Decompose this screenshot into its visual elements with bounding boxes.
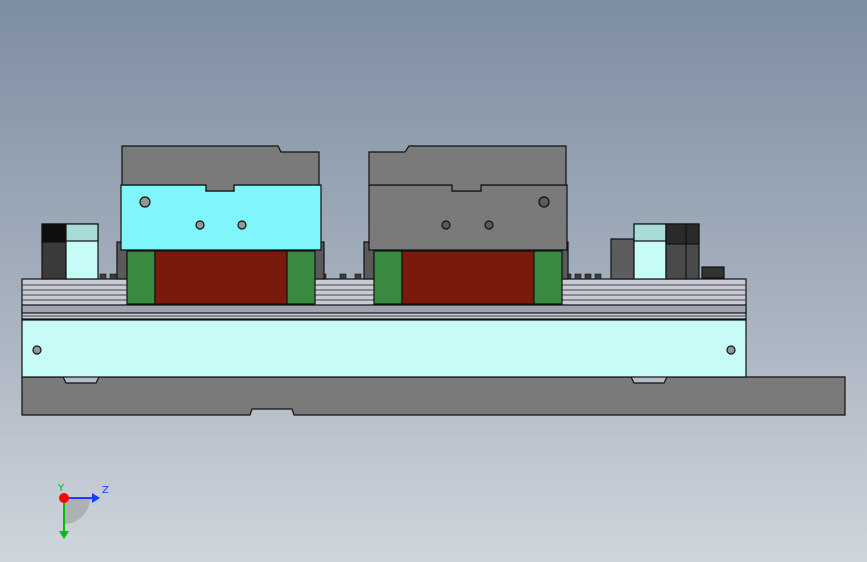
left-jaw-cyan-block bbox=[120, 184, 322, 251]
left-jaw-hole-1 bbox=[139, 196, 151, 208]
x-axis-dot-icon bbox=[59, 493, 69, 503]
left-jaw-top-cap bbox=[121, 145, 320, 192]
right-pad-green-left bbox=[373, 250, 403, 305]
body-plate-hole-right bbox=[726, 345, 736, 355]
triad-plane bbox=[64, 498, 90, 524]
right-end-block-gray bbox=[610, 238, 635, 280]
orientation-triad[interactable]: Y Z bbox=[48, 482, 118, 544]
left-pad-red bbox=[154, 250, 288, 305]
z-axis-arrow-icon bbox=[92, 493, 100, 503]
right-end-block-cyan-top bbox=[633, 223, 667, 242]
right-jaw-hole-2 bbox=[441, 220, 451, 230]
right-pad-green-right bbox=[533, 250, 563, 305]
base-plate bbox=[21, 376, 846, 416]
left-end-block-black bbox=[41, 223, 67, 243]
right-end-block-dark-top bbox=[665, 223, 700, 245]
body-plate-hole-left bbox=[32, 345, 42, 355]
vise-assembly-front-view[interactable] bbox=[0, 0, 867, 562]
body-plate bbox=[21, 319, 747, 378]
left-jaw-hole-3 bbox=[237, 220, 247, 230]
left-pad-green-left bbox=[126, 250, 156, 305]
right-jaw-gray-block bbox=[368, 184, 568, 251]
rail-bottom-strip bbox=[21, 304, 747, 314]
right-end-cap bbox=[701, 266, 725, 279]
left-jaw-hole-2 bbox=[195, 220, 205, 230]
right-jaw-top-cap bbox=[368, 145, 567, 192]
cad-viewport[interactable]: Y Z bbox=[0, 0, 867, 562]
y-axis-label: Y bbox=[58, 483, 65, 494]
left-end-block-cyan-top bbox=[65, 223, 99, 242]
right-jaw-hole-3 bbox=[484, 220, 494, 230]
right-jaw-hole-1 bbox=[538, 196, 550, 208]
y-axis-arrow-icon bbox=[59, 531, 69, 539]
right-pad-red bbox=[401, 250, 535, 305]
z-axis-label: Z bbox=[102, 485, 109, 496]
left-pad-green-right bbox=[286, 250, 316, 305]
